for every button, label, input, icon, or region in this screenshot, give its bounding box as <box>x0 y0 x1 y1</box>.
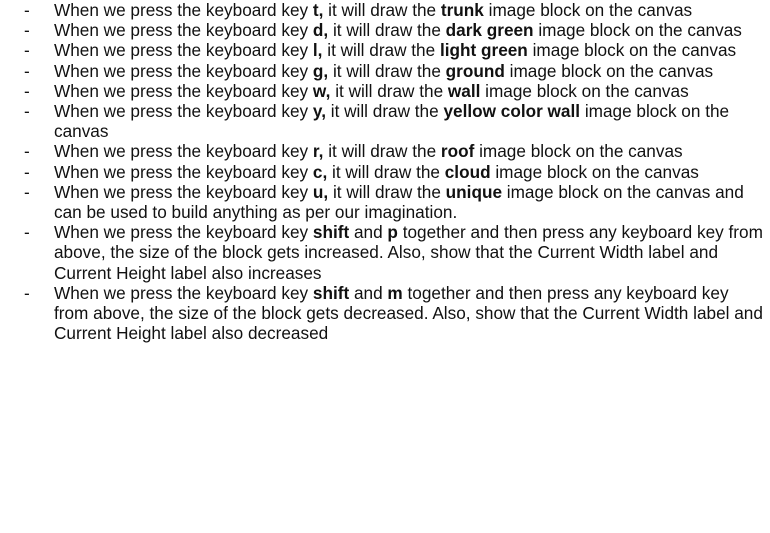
key-name: shift <box>312 282 350 303</box>
item-text: it will draw the <box>327 161 445 182</box>
item-text: it will draw the <box>325 101 444 122</box>
bullet-dash: - <box>24 20 30 41</box>
key-name: m <box>387 282 403 303</box>
bullet-dash: - <box>24 0 30 20</box>
bullet-dash: - <box>24 282 30 303</box>
bullet-dash: - <box>24 141 30 162</box>
key-name: shift <box>312 222 350 243</box>
key-name: w, <box>312 80 331 101</box>
bullet-dash: - <box>24 181 30 202</box>
item-text: When we press the keyboard key <box>54 181 313 202</box>
item-text: image block on the canvas <box>480 80 689 101</box>
item-text: it will draw the <box>328 181 446 202</box>
item-text: it will draw the <box>328 60 446 81</box>
key-name: y, <box>312 101 326 122</box>
bullet-dash: - <box>24 60 30 81</box>
list-item: - When we press the keyboard key shift a… <box>0 222 770 283</box>
item-text: When we press the keyboard key <box>54 40 313 61</box>
list-item: - When we press the keyboard key g, it w… <box>0 61 770 81</box>
block-name: yellow color wall <box>443 101 581 122</box>
bullet-dash: - <box>24 222 30 243</box>
block-name: ground <box>445 60 505 81</box>
block-name: dark green <box>445 20 534 41</box>
bullet-dash: - <box>24 40 30 61</box>
item-text: When we press the keyboard key <box>54 161 313 182</box>
bullet-dash: - <box>24 80 30 101</box>
list-item: - When we press the keyboard key l, it w… <box>0 40 770 60</box>
item-text: When we press the keyboard key <box>54 20 313 41</box>
item-text: When we press the keyboard key <box>54 80 313 101</box>
list-item: - When we press the keyboard key w, it w… <box>0 81 770 101</box>
item-text: it will draw the <box>328 20 446 41</box>
block-name: unique <box>445 181 503 202</box>
key-name: d, <box>312 20 329 41</box>
document-page: - When we press the keyboard key t, it w… <box>0 0 770 533</box>
list-item: - When we press the keyboard key d, it w… <box>0 20 770 40</box>
item-text: When we press the keyboard key <box>54 60 313 81</box>
item-text: image block on the canvas <box>533 20 742 41</box>
item-text: image block on the canvas <box>483 0 693 20</box>
block-name: trunk <box>440 0 484 20</box>
item-text: image block on the canvas <box>527 40 737 61</box>
list-item: - When we press the keyboard key u, it w… <box>0 182 770 222</box>
block-name: roof <box>440 141 475 162</box>
list-item: - When we press the keyboard key shift a… <box>0 283 770 344</box>
item-text: it will draw the <box>330 80 448 101</box>
list-item: - When we press the keyboard key y, it w… <box>0 101 770 141</box>
item-text: When we press the keyboard key <box>54 141 313 162</box>
item-text: image block on the canvas <box>490 161 699 182</box>
block-name: wall <box>447 80 481 101</box>
key-instructions-list: - When we press the keyboard key t, it w… <box>0 0 770 343</box>
item-text: When we press the keyboard key <box>54 222 313 243</box>
key-name: r, <box>312 141 324 162</box>
key-name: p <box>387 222 398 243</box>
key-name: c, <box>312 161 328 182</box>
key-name: t, <box>312 0 324 20</box>
bullet-dash: - <box>24 101 30 122</box>
item-text: image block on the canvas <box>504 60 714 81</box>
block-name: cloud <box>444 161 491 182</box>
list-item: - When we press the keyboard key c, it w… <box>0 162 770 182</box>
key-name: g, <box>312 60 329 81</box>
item-text: When we press the keyboard key <box>54 282 313 303</box>
key-name: u, <box>312 181 329 202</box>
item-text: it will draw the <box>323 0 441 20</box>
bullet-dash: - <box>24 161 30 182</box>
item-text: it will draw the <box>322 40 440 61</box>
item-text: and <box>349 282 388 303</box>
list-item: - When we press the keyboard key t, it w… <box>0 0 770 20</box>
block-name: light green <box>439 40 528 61</box>
item-text: When we press the keyboard key <box>54 101 313 122</box>
item-text: When we press the keyboard key <box>54 0 313 20</box>
item-text: it will draw the <box>323 141 441 162</box>
item-text: and <box>349 222 388 243</box>
list-item: - When we press the keyboard key r, it w… <box>0 141 770 161</box>
item-text: image block on the canvas <box>474 141 683 162</box>
